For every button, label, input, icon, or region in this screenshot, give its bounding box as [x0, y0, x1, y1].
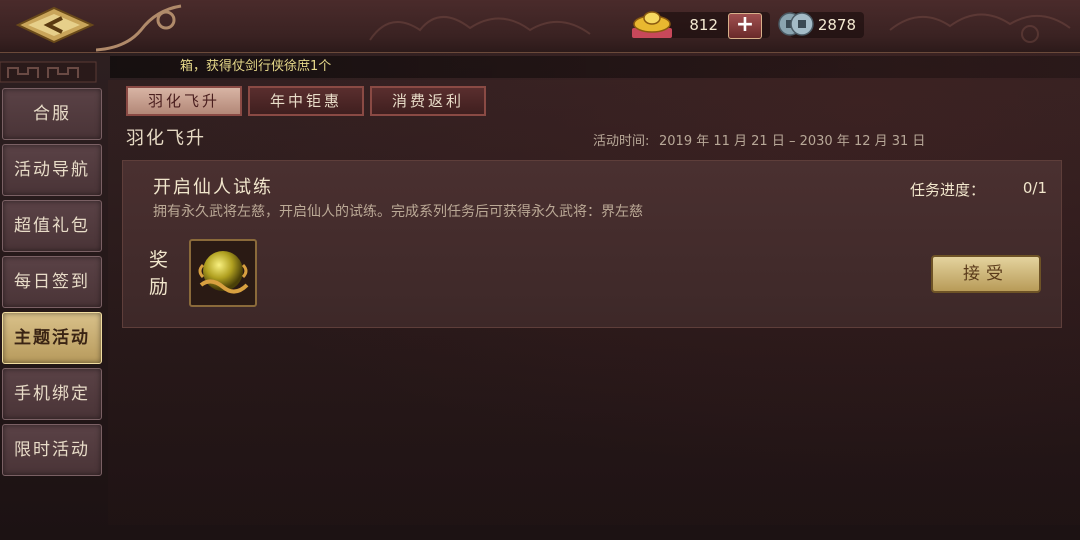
- gold-counter: 812 +: [632, 11, 770, 39]
- golden-orb-icon: [198, 251, 249, 294]
- event-time-range: 2019 年 11 月 21 日 – 2030 年 12 月 31 日: [659, 134, 926, 149]
- coin-value: 2878: [817, 16, 856, 34]
- tab-spend-rebate[interactable]: 消费返利: [370, 86, 486, 116]
- task-progress-label: 任务进度：: [909, 181, 985, 199]
- notice-ticker: 箱，获得仗剑行侠徐庶1个: [110, 56, 1080, 78]
- tab-feather-ascend[interactable]: 羽化飞升: [126, 86, 242, 116]
- sidebar-item-daily-checkin[interactable]: 每日签到: [2, 256, 102, 308]
- top-bar: 812 + 2878: [0, 0, 1080, 53]
- sidebar-item-phone-binding[interactable]: 手机绑定: [2, 368, 102, 420]
- sidebar-item-activity-nav[interactable]: 活动导航: [2, 144, 102, 196]
- corner-ornament-icon: [96, 4, 182, 52]
- section-title: 羽化飞升: [126, 128, 206, 149]
- gold-ingot-icon: [632, 11, 672, 38]
- task-description: 拥有永久武将左慈，开启仙人的试练。完成系列任务后可获得永久武将：界左慈: [153, 204, 643, 220]
- coin-counter: 2878: [778, 12, 864, 38]
- reward-label: 奖励: [149, 249, 169, 298]
- add-gold-button[interactable]: +: [728, 13, 762, 39]
- event-time-label: 活动时间:: [593, 134, 650, 149]
- sidebar-item-limited-event[interactable]: 限时活动: [2, 424, 102, 476]
- reward-item-slot[interactable]: [189, 239, 257, 307]
- tab-midyear-deal[interactable]: 年中钜惠: [248, 86, 364, 116]
- sidebar-item-merge-server[interactable]: 合服: [2, 88, 102, 140]
- back-arrow-icon: [15, 6, 95, 44]
- sidebar-item-value-pack[interactable]: 超值礼包: [2, 200, 102, 252]
- task-title: 开启仙人试练: [153, 177, 273, 198]
- task-card: 开启仙人试练 拥有永久武将左慈，开启仙人的试练。完成系列任务后可获得永久武将：界…: [122, 160, 1062, 328]
- accept-button[interactable]: 接受: [931, 255, 1041, 293]
- sidebar-item-theme-event[interactable]: 主题活动: [2, 312, 102, 364]
- copper-coins-icon: [778, 12, 814, 36]
- back-button[interactable]: [14, 6, 96, 44]
- task-progress-value: 0/1: [1022, 179, 1047, 197]
- cloud-pattern-icon: [369, 16, 591, 41]
- pattern-ornament-icon: [0, 61, 97, 83]
- cloud-pattern-icon-right: [889, 13, 1071, 43]
- gold-value: 812: [689, 16, 718, 34]
